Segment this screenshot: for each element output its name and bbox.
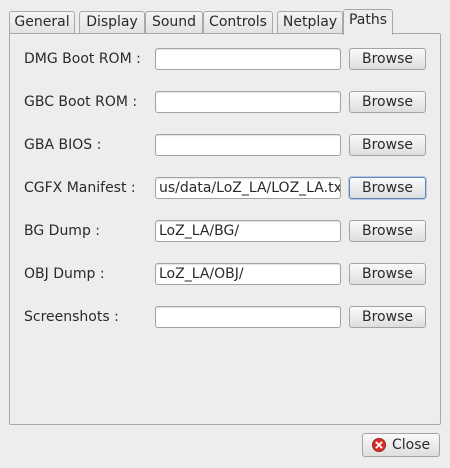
tab-general[interactable]: General — [9, 11, 75, 33]
tab-netplay[interactable]: Netplay — [277, 11, 343, 33]
gbc-boot-rom-label: GBC Boot ROM : — [24, 94, 138, 110]
cgfx-manifest-field[interactable]: us/data/LoZ_LA/LOZ_LA.txt — [155, 177, 341, 199]
obj-dump-label: OBJ Dump : — [24, 266, 105, 282]
paths-panel: DMG Boot ROM : Browse GBC Boot ROM : Bro… — [9, 33, 441, 425]
tab-sound[interactable]: Sound — [145, 11, 203, 33]
obj-dump-value: LoZ_LA/OBJ/ — [159, 266, 244, 282]
dmg-boot-rom-label: DMG Boot ROM : — [24, 51, 141, 67]
bg-dump-browse-button[interactable]: Browse — [349, 220, 426, 242]
gba-bios-label: GBA BIOS : — [24, 137, 102, 153]
tab-controls[interactable]: Controls — [203, 11, 273, 33]
dmg-boot-rom-field[interactable] — [155, 48, 341, 70]
gba-bios-field[interactable] — [155, 134, 341, 156]
close-icon — [372, 438, 386, 452]
close-button[interactable]: Close — [362, 433, 440, 457]
tab-paths[interactable]: Paths — [343, 9, 393, 35]
tab-bar: General Display Sound Controls Netplay P… — [9, 9, 441, 35]
bg-dump-label: BG Dump : — [24, 223, 101, 239]
cgfx-manifest-label: CGFX Manifest : — [24, 180, 136, 196]
bg-dump-value: LoZ_LA/BG/ — [159, 223, 240, 239]
tab-display[interactable]: Display — [79, 11, 145, 33]
gbc-boot-rom-field[interactable] — [155, 91, 341, 113]
obj-dump-field[interactable]: LoZ_LA/OBJ/ — [155, 263, 341, 285]
gbc-boot-rom-browse-button[interactable]: Browse — [349, 91, 426, 113]
close-label: Close — [392, 437, 431, 453]
screenshots-label: Screenshots : — [24, 309, 119, 325]
gba-bios-browse-button[interactable]: Browse — [349, 134, 426, 156]
dmg-boot-rom-browse-button[interactable]: Browse — [349, 48, 426, 70]
screenshots-browse-button[interactable]: Browse — [349, 306, 426, 328]
obj-dump-browse-button[interactable]: Browse — [349, 263, 426, 285]
cgfx-manifest-browse-button[interactable]: Browse — [349, 177, 426, 199]
bg-dump-field[interactable]: LoZ_LA/BG/ — [155, 220, 341, 242]
cgfx-manifest-value: us/data/LoZ_LA/LOZ_LA.txt — [159, 180, 341, 196]
screenshots-field[interactable] — [155, 306, 341, 328]
